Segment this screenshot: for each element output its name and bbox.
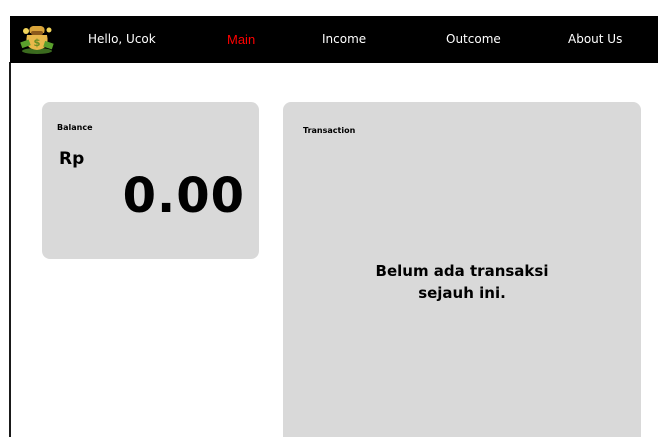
balance-amount: 0.00 [122, 168, 245, 224]
money-bag-icon: $ [20, 21, 54, 55]
nav-item-outcome[interactable]: Outcome [446, 16, 501, 63]
nav-item-about-us[interactable]: About Us [568, 16, 622, 63]
nav-item-income[interactable]: Income [322, 16, 366, 63]
empty-transaction-message: Belum ada transaksi sejauh ini. [283, 260, 641, 304]
svg-text:$: $ [34, 38, 41, 49]
app-page: $ Hello, Ucok Main Income Outcome About … [0, 0, 658, 437]
left-border [9, 62, 11, 437]
transaction-label: Transaction [303, 126, 356, 135]
currency-label: Rp [59, 149, 85, 169]
balance-label: Balance [57, 123, 93, 132]
balance-card: Balance Rp 0.00 [42, 102, 259, 259]
nav-item-main[interactable]: Main [227, 16, 255, 63]
transaction-card: Transaction Belum ada transaksi sejauh i… [283, 102, 641, 437]
greeting-text: Hello, Ucok [88, 32, 156, 46]
top-navbar: $ Hello, Ucok Main Income Outcome About … [10, 16, 658, 63]
empty-message-line-2: sejauh ini. [418, 284, 506, 302]
empty-message-line-1: Belum ada transaksi [375, 262, 549, 280]
